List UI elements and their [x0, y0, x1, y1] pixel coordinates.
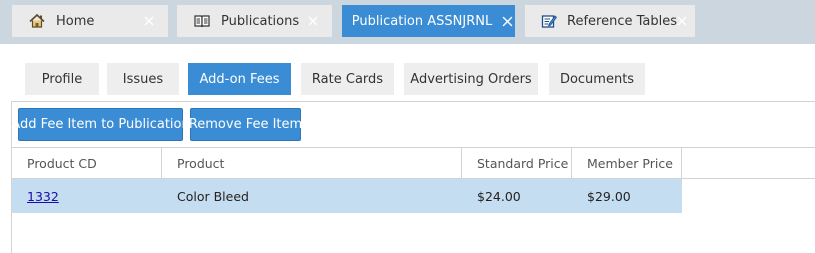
tab-add-on-fees[interactable]: Add-on Fees	[188, 63, 291, 95]
close-icon[interactable]	[140, 12, 158, 30]
tab-advertising-orders[interactable]: Advertising Orders	[404, 63, 538, 95]
cell-product-cd: 1332	[12, 179, 162, 213]
tab-issues[interactable]: Issues	[107, 63, 179, 95]
home-icon	[28, 12, 46, 30]
cell-product: Color Bleed	[177, 188, 249, 204]
column-header-product[interactable]: Product	[162, 148, 462, 179]
grid-header: Product CD Product Standard Price Member…	[12, 147, 815, 179]
window-tab-label: Publication ASSNJRNL	[351, 13, 493, 29]
edit-document-icon	[541, 12, 557, 30]
product-cd-link[interactable]: 1332	[27, 189, 59, 204]
close-icon[interactable]	[502, 12, 513, 30]
window-tab-strip: Home Publications Publication ASSNJRNL R…	[0, 0, 815, 44]
tab-profile[interactable]: Profile	[25, 63, 99, 95]
window-tab-publications[interactable]: Publications	[177, 5, 332, 37]
fees-grid: Product CD Product Standard Price Member…	[12, 147, 815, 213]
window-tab-publication-assnjrnl[interactable]: Publication ASSNJRNL	[342, 5, 515, 37]
tab-rate-cards[interactable]: Rate Cards	[301, 63, 394, 95]
close-icon[interactable]	[677, 12, 687, 30]
column-header-product-cd[interactable]: Product CD	[12, 148, 162, 179]
window-tab-label: Reference Tables	[567, 13, 677, 29]
cell-member-price: $29.00	[587, 188, 631, 204]
add-fee-item-button[interactable]: Add Fee Item to Publication	[11, 108, 190, 141]
column-header-member-price[interactable]: Member Price	[572, 148, 682, 179]
window-tab-label: Home	[56, 13, 95, 29]
remove-fee-item-button[interactable]: Remove Fee Item	[189, 108, 302, 141]
window-tab-reference-tables[interactable]: Reference Tables	[525, 5, 695, 37]
window-tab-label: Publications	[221, 13, 300, 29]
column-header-standard-price[interactable]: Standard Price	[462, 148, 572, 179]
tab-documents[interactable]: Documents	[549, 63, 645, 95]
table-row[interactable]: 1332 Color Bleed $24.00 $29.00	[12, 179, 815, 213]
cell-standard-price: $24.00	[477, 188, 521, 204]
close-icon[interactable]	[304, 12, 322, 30]
window-tab-home[interactable]: Home	[12, 5, 168, 37]
book-icon	[193, 12, 211, 30]
